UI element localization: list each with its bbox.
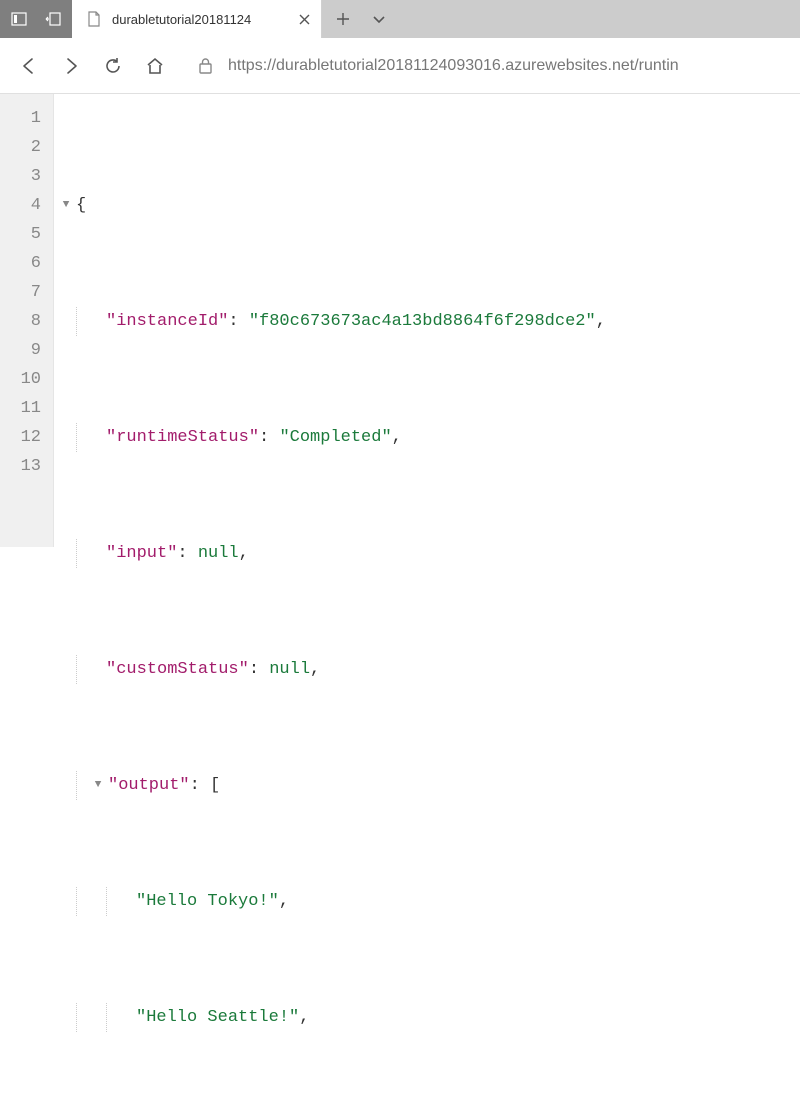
line-number: 7 bbox=[0, 278, 41, 307]
json-key: "runtimeStatus" bbox=[106, 423, 259, 452]
line-number: 2 bbox=[0, 133, 41, 162]
json-value: "Hello Tokyo!" bbox=[136, 887, 279, 916]
line-number: 13 bbox=[0, 452, 41, 481]
tab-title: durabletutorial20181124 bbox=[112, 12, 287, 27]
line-number: 12 bbox=[0, 423, 41, 452]
json-value: "f80c673673ac4a13bd8864f6f298dce2" bbox=[249, 307, 596, 336]
code-area[interactable]: ▼{ "instanceId": "f80c673673ac4a13bd8864… bbox=[54, 94, 606, 547]
line-number: 9 bbox=[0, 336, 41, 365]
line-number: 10 bbox=[0, 365, 41, 394]
line-number: 8 bbox=[0, 307, 41, 336]
json-value: "Hello Seattle!" bbox=[136, 1003, 299, 1032]
line-number: 6 bbox=[0, 249, 41, 278]
address-bar[interactable]: https://durabletutorial20181124093016.az… bbox=[186, 55, 782, 77]
code-line: "customStatus": null, bbox=[54, 655, 606, 684]
line-number: 5 bbox=[0, 220, 41, 249]
refresh-icon[interactable] bbox=[102, 55, 124, 77]
json-value: "Completed" bbox=[279, 423, 391, 452]
json-value: null bbox=[269, 655, 310, 684]
tabstrip-system-buttons bbox=[0, 0, 72, 38]
home-icon[interactable] bbox=[144, 55, 166, 77]
json-value: null bbox=[198, 539, 239, 568]
code-line: "Hello Seattle!", bbox=[54, 1003, 606, 1032]
json-key: "output" bbox=[108, 771, 190, 800]
tab-strip: durabletutorial20181124 bbox=[0, 0, 800, 38]
code-line: ▼{ bbox=[54, 191, 606, 220]
code-line: ▼"output": [ bbox=[54, 771, 606, 800]
browser-tab[interactable]: durabletutorial20181124 bbox=[72, 0, 322, 38]
chevron-down-icon[interactable] bbox=[368, 8, 390, 30]
code-line: "Hello Tokyo!", bbox=[54, 887, 606, 916]
bracket-open: [ bbox=[210, 771, 220, 800]
back-icon[interactable] bbox=[18, 55, 40, 77]
page-favicon-icon bbox=[86, 11, 102, 27]
tabstrip-actions bbox=[322, 0, 800, 38]
code-line: "instanceId": "f80c673673ac4a13bd8864f6f… bbox=[54, 307, 606, 336]
line-number: 3 bbox=[0, 162, 41, 191]
line-number-gutter: 1 2 3 4 5 6 7 8 9 10 11 12 13 bbox=[0, 94, 54, 547]
json-key: "customStatus" bbox=[106, 655, 249, 684]
code-line: "input": null, bbox=[54, 539, 606, 568]
new-tab-icon[interactable] bbox=[332, 8, 354, 30]
brace-open: { bbox=[76, 191, 86, 220]
json-key: "input" bbox=[106, 539, 177, 568]
url-text: https://durabletutorial20181124093016.az… bbox=[228, 57, 679, 75]
forward-icon[interactable] bbox=[60, 55, 82, 77]
fold-toggle-icon[interactable]: ▼ bbox=[90, 771, 106, 800]
tab-close-icon[interactable] bbox=[297, 12, 311, 26]
navigation-bar: https://durabletutorial20181124093016.az… bbox=[0, 38, 800, 94]
line-number: 11 bbox=[0, 394, 41, 423]
code-line: "runtimeStatus": "Completed", bbox=[54, 423, 606, 452]
json-viewer: 1 2 3 4 5 6 7 8 9 10 11 12 13 ▼{ "instan… bbox=[0, 94, 800, 547]
line-number: 4 bbox=[0, 191, 41, 220]
lock-icon bbox=[194, 55, 216, 77]
tabs-aside-icon[interactable] bbox=[8, 8, 30, 30]
json-key: "instanceId" bbox=[106, 307, 228, 336]
set-aside-icon[interactable] bbox=[42, 8, 64, 30]
line-number: 1 bbox=[0, 104, 41, 133]
fold-toggle-icon[interactable]: ▼ bbox=[58, 191, 74, 220]
